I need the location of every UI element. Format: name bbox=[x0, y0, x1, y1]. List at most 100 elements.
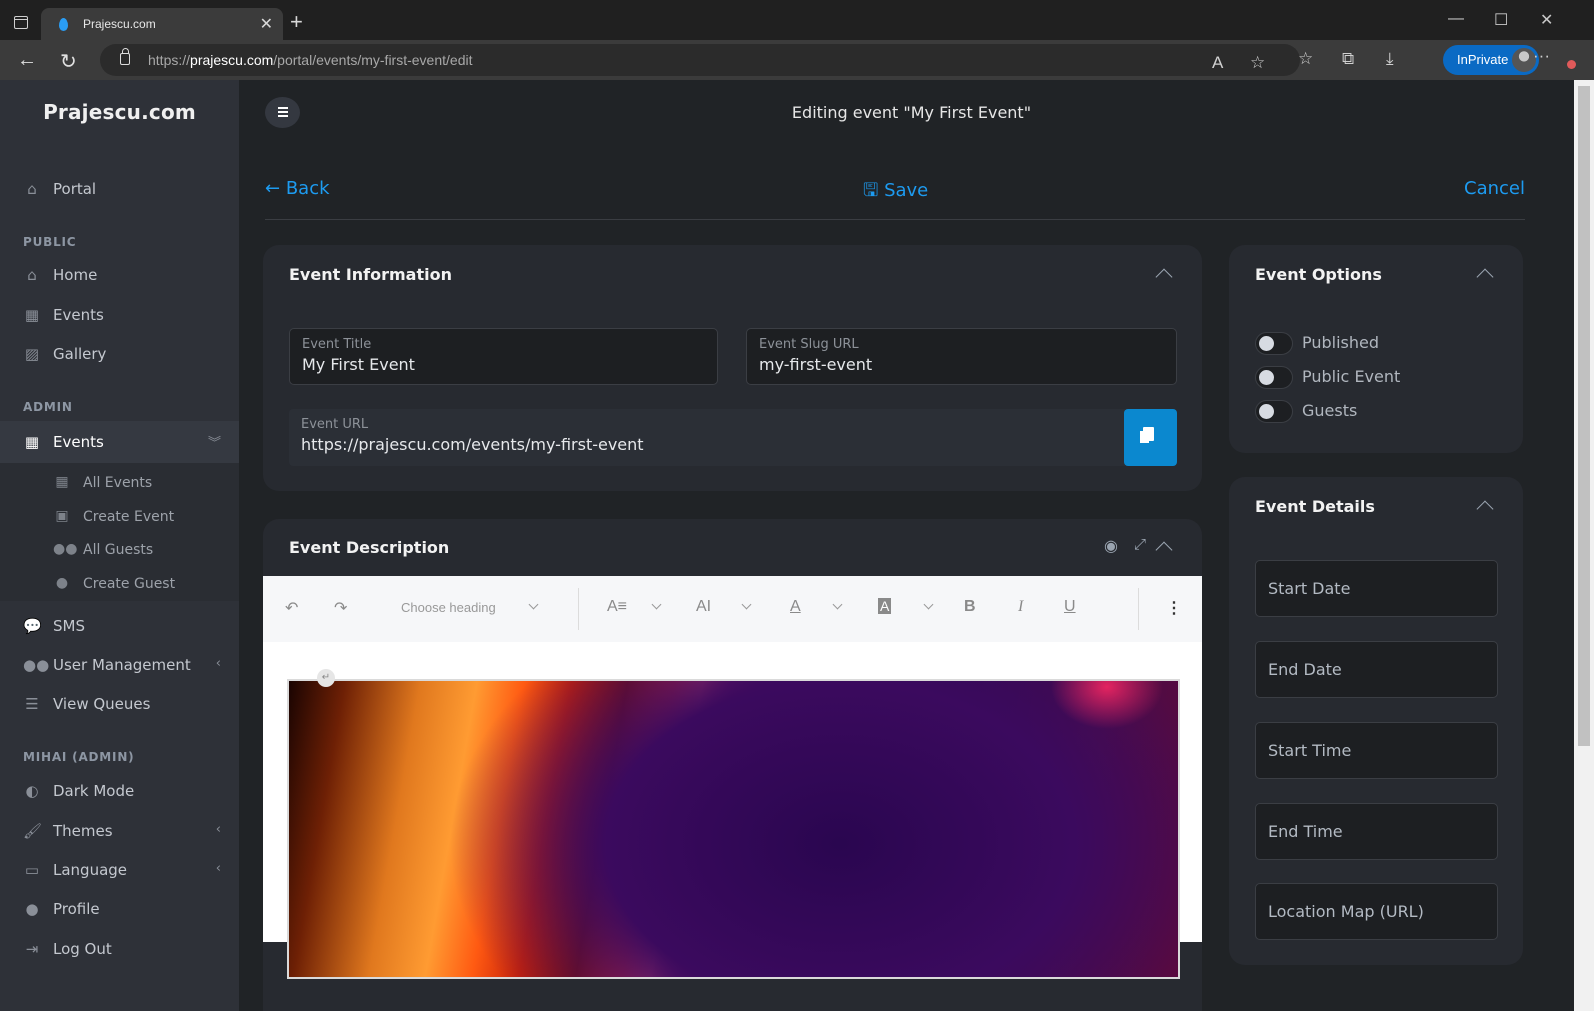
font-family-dropdown-icon[interactable] bbox=[741, 599, 752, 610]
start-time-field[interactable]: Start Time bbox=[1255, 722, 1498, 779]
sidebar-item-logout[interactable]: ⇥ Log Out bbox=[0, 931, 239, 967]
inprivate-button[interactable]: InPrivate bbox=[1443, 45, 1539, 75]
collections-icon[interactable]: ⧉ bbox=[1342, 49, 1354, 69]
sidebar-item-profile[interactable]: ● Profile bbox=[0, 891, 239, 927]
toolbar-divider bbox=[578, 588, 579, 630]
italic-icon[interactable]: I bbox=[1018, 598, 1023, 616]
end-date-field[interactable]: End Date bbox=[1255, 641, 1498, 698]
refresh-icon[interactable]: ↻ bbox=[60, 49, 77, 74]
favorites-icon[interactable]: ☆ bbox=[1298, 49, 1313, 69]
calendar-icon: ▦ bbox=[24, 433, 40, 451]
guests-switch[interactable] bbox=[1255, 400, 1293, 423]
sidebar-item-all-guests[interactable]: ●● All Guests bbox=[0, 535, 239, 565]
add-favorite-icon[interactable]: ☆ bbox=[1250, 53, 1265, 73]
save-button[interactable]: 🖫 Save bbox=[863, 178, 928, 208]
preview-eye-icon[interactable]: ◉ bbox=[1104, 536, 1118, 556]
sidebar-item-sms[interactable]: 💬 SMS bbox=[0, 608, 239, 644]
event-slug-input[interactable] bbox=[759, 355, 1146, 374]
favicon-icon bbox=[59, 18, 68, 31]
underline-icon[interactable]: U bbox=[1064, 598, 1076, 616]
sidebar-item-all-events[interactable]: ▦ All Events bbox=[0, 468, 239, 498]
bold-icon[interactable]: B bbox=[964, 598, 976, 616]
toolbar-divider bbox=[1138, 588, 1139, 630]
scrollbar-thumb[interactable] bbox=[1578, 86, 1590, 746]
tab-actions-icon[interactable] bbox=[14, 16, 28, 29]
copy-url-button[interactable] bbox=[1124, 409, 1177, 466]
minimize-icon[interactable]: — bbox=[1448, 10, 1464, 28]
sidebar-item-view-queues[interactable]: ☰ View Queues bbox=[0, 686, 239, 722]
editor-toolbar: ↶ ↷ Choose heading A≡ AI A A B I U ⋮ bbox=[263, 576, 1202, 642]
sidebar-item-create-guest[interactable]: ● Create Guest bbox=[0, 569, 239, 599]
font-size-dropdown-icon[interactable] bbox=[651, 599, 662, 610]
heading-dropdown-icon[interactable] bbox=[528, 599, 539, 610]
published-switch[interactable] bbox=[1255, 332, 1293, 355]
event-title-input[interactable] bbox=[302, 355, 687, 374]
chevron-double-down-icon: ︾ bbox=[207, 436, 221, 451]
url-input[interactable]: https://prajescu.com/portal/events/my-fi… bbox=[100, 44, 1300, 76]
location-map-field[interactable]: Location Map (URL) bbox=[1255, 883, 1498, 940]
section-admin: ADMIN bbox=[23, 400, 73, 414]
fullscreen-icon[interactable]: ⤢ bbox=[1134, 536, 1146, 553]
collapse-chevron-icon[interactable] bbox=[1476, 268, 1494, 286]
background-color-icon[interactable]: A bbox=[878, 598, 892, 614]
lock-icon bbox=[120, 48, 130, 65]
insert-paragraph-icon[interactable]: ↵ bbox=[317, 669, 335, 687]
font-color-dropdown-icon[interactable] bbox=[832, 599, 843, 610]
sidebar-item-language[interactable]: ▭ Language ‹ bbox=[0, 852, 239, 888]
card-title: Event Details bbox=[1255, 497, 1375, 516]
more-tools-icon[interactable]: ⋮ bbox=[1166, 598, 1182, 618]
back-nav-icon[interactable]: ← bbox=[17, 49, 37, 72]
more-options-icon[interactable]: ··· bbox=[1533, 46, 1550, 66]
home-icon: ⌂ bbox=[27, 266, 37, 284]
font-color-icon[interactable]: A bbox=[790, 598, 801, 616]
back-button[interactable]: ← Back bbox=[265, 178, 330, 199]
new-tab-icon[interactable]: + bbox=[290, 9, 303, 35]
event-title-field[interactable]: Event Title bbox=[289, 328, 718, 385]
background-color-dropdown-icon[interactable] bbox=[923, 599, 934, 610]
browser-tab[interactable]: Prajescu.com ✕ bbox=[41, 8, 283, 40]
sidebar-item-gallery[interactable]: ▨ Gallery bbox=[0, 336, 239, 372]
sidebar-item-home[interactable]: ⌂ Home bbox=[0, 257, 239, 293]
end-time-field[interactable]: End Time bbox=[1255, 803, 1498, 860]
sidebar-item-user-management[interactable]: ●● User Management ‹ bbox=[0, 647, 239, 683]
event-information-card: Event Information Event Title Event Slug… bbox=[263, 245, 1202, 491]
chevron-left-icon: ‹ bbox=[215, 861, 221, 876]
sidebar-item-portal[interactable]: ⌂ Portal bbox=[0, 171, 239, 207]
chevron-left-icon: ‹ bbox=[215, 656, 221, 671]
downloads-icon[interactable]: ⤓ bbox=[1386, 49, 1394, 69]
close-window-icon[interactable]: ✕ bbox=[1540, 10, 1553, 30]
undo-icon[interactable]: ↶ bbox=[285, 598, 298, 618]
redo-icon[interactable]: ↷ bbox=[334, 598, 347, 618]
collapse-chevron-icon[interactable] bbox=[1476, 500, 1494, 518]
collapse-chevron-icon[interactable] bbox=[1155, 268, 1173, 286]
calendar-icon: ▦ bbox=[24, 306, 40, 324]
brand-logo[interactable]: Prajescu.com bbox=[0, 100, 239, 124]
sidebar-item-dark-mode[interactable]: ◐ Dark Mode bbox=[0, 773, 239, 809]
card-title: Event Description bbox=[289, 538, 450, 557]
sidebar-item-themes[interactable]: 🖌 Themes ‹ bbox=[0, 813, 239, 849]
event-slug-field[interactable]: Event Slug URL bbox=[746, 328, 1177, 385]
browser-tabbar: Prajescu.com ✕ + — ☐ ✕ bbox=[0, 0, 1594, 40]
sidebar-item-events[interactable]: ▦ Events bbox=[0, 297, 239, 333]
font-size-icon[interactable]: A≡ bbox=[607, 598, 627, 616]
calendar-plus-icon: ▣ bbox=[55, 508, 69, 524]
sidebar-item-admin-events[interactable]: ▦ Events ︾ bbox=[0, 421, 239, 463]
description-image[interactable] bbox=[287, 679, 1180, 979]
editor-content[interactable]: ↵ bbox=[263, 642, 1202, 979]
sidebar: Prajescu.com ⌂ Portal PUBLIC ⌂ Home ▦ Ev… bbox=[0, 80, 239, 1011]
start-date-field[interactable]: Start Date bbox=[1255, 560, 1498, 617]
public-event-switch[interactable] bbox=[1255, 366, 1293, 389]
collapse-chevron-icon[interactable] bbox=[1155, 541, 1173, 559]
maximize-icon[interactable]: ☐ bbox=[1494, 10, 1508, 30]
page-scrollbar[interactable] bbox=[1574, 80, 1594, 1011]
read-aloud-icon[interactable]: A bbox=[1212, 53, 1223, 73]
brush-icon: 🖌 bbox=[23, 822, 43, 840]
close-tab-icon[interactable]: ✕ bbox=[260, 14, 273, 34]
cancel-button[interactable]: Cancel bbox=[1464, 178, 1525, 199]
font-family-icon[interactable]: AI bbox=[696, 598, 711, 616]
action-bar: ← Back 🖫 Save Cancel bbox=[265, 176, 1525, 220]
sidebar-item-create-event[interactable]: ▣ Create Event bbox=[0, 502, 239, 532]
section-public: PUBLIC bbox=[23, 235, 77, 249]
contrast-icon: ◐ bbox=[25, 782, 39, 800]
heading-select[interactable]: Choose heading bbox=[401, 600, 496, 615]
